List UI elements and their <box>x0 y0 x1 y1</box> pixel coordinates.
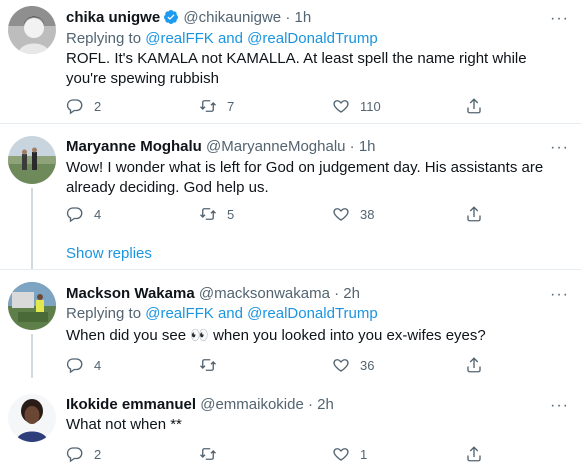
reply-button[interactable]: 4 <box>66 205 101 223</box>
tweet-text: ROFL. It's KAMALA not KAMALLA. At least … <box>66 50 527 87</box>
separator-dot: · <box>308 396 313 413</box>
tweet-item[interactable]: Ikokide emmanuel @emmaikokide · 2h ··· W… <box>0 378 581 475</box>
reply-icon <box>66 358 83 374</box>
timestamp[interactable]: 1h <box>359 138 376 155</box>
reply-button[interactable]: 4 <box>66 356 101 374</box>
share-button[interactable] <box>465 445 483 463</box>
replying-prefix: Replying to <box>66 305 142 322</box>
avatar[interactable] <box>8 136 56 184</box>
reply-button[interactable]: 2 <box>66 97 101 115</box>
user-name[interactable]: Ikokide emmanuel <box>66 396 196 413</box>
thread-line <box>31 334 33 378</box>
share-icon <box>467 206 481 222</box>
retweet-icon <box>200 448 216 460</box>
retweet-icon <box>200 100 216 112</box>
separator-dot: · <box>334 285 340 302</box>
timestamp[interactable]: 2h <box>317 396 334 413</box>
share-icon <box>467 357 481 373</box>
user-name[interactable]: Mackson Wakama <box>66 285 195 302</box>
reply-icon <box>66 447 83 463</box>
mention-link[interactable]: @realFFK <box>145 30 214 47</box>
reply-count: 4 <box>94 357 102 373</box>
user-name[interactable]: chika unigwe <box>66 9 160 26</box>
user-handle[interactable]: @chikaunigwe <box>183 9 281 26</box>
replying-to: Replying to @realFFK and @realDonaldTrum… <box>66 304 378 324</box>
reply-button[interactable]: 2 <box>66 445 101 463</box>
retweet-count: 7 <box>227 98 235 114</box>
share-button[interactable] <box>465 205 483 223</box>
avatar[interactable] <box>8 282 56 330</box>
thread-line <box>31 188 33 269</box>
more-options-icon[interactable]: ··· <box>550 287 569 303</box>
mention-link[interactable]: @realDonaldTrump <box>247 30 378 47</box>
reply-count: 2 <box>94 446 102 462</box>
mention-and: and <box>217 305 243 322</box>
user-handle[interactable]: @macksonwakama <box>199 285 330 302</box>
separator-dot: · <box>349 138 355 155</box>
like-button[interactable]: 38 <box>332 205 374 223</box>
heart-icon <box>333 100 349 113</box>
tweet-item[interactable]: Mackson Wakama @macksonwakama · 2h ··· R… <box>0 270 581 378</box>
tweet-text: Wow! I wonder what is left for God on ju… <box>66 159 544 196</box>
tweet-actions: 2 7 110 <box>66 97 566 117</box>
mention-and: and <box>217 30 243 47</box>
reply-count: 4 <box>94 206 102 222</box>
like-count: 38 <box>360 206 375 222</box>
timestamp[interactable]: 2h <box>343 285 360 302</box>
more-options-icon[interactable]: ··· <box>550 398 569 414</box>
like-button[interactable]: 110 <box>332 97 381 115</box>
heart-icon <box>333 448 349 461</box>
retweet-button[interactable]: 5 <box>199 205 234 223</box>
timestamp[interactable]: 1h <box>295 9 312 26</box>
verified-badge-icon <box>163 9 179 25</box>
share-button[interactable] <box>465 356 483 374</box>
mention-link[interactable]: @realDonaldTrump <box>247 305 378 322</box>
replying-prefix: Replying to <box>66 30 142 47</box>
reply-count: 2 <box>94 98 102 114</box>
tweet-actions: 4 36 <box>66 356 566 376</box>
retweet-button[interactable] <box>199 356 227 374</box>
more-options-icon[interactable]: ··· <box>550 11 569 27</box>
tweet-actions: 4 5 38 <box>66 205 566 225</box>
share-button[interactable] <box>465 97 483 115</box>
reply-icon <box>66 99 83 115</box>
tweet-item[interactable]: Maryanne Moghalu @MaryanneMoghalu · 1h ·… <box>0 124 581 269</box>
like-count: 36 <box>360 357 375 373</box>
retweet-icon <box>200 359 216 371</box>
avatar[interactable] <box>8 6 56 54</box>
replying-to: Replying to @realFFK and @realDonaldTrum… <box>66 29 378 49</box>
user-handle[interactable]: @emmaikokide <box>200 396 304 413</box>
user-handle[interactable]: @MaryanneMoghalu <box>206 138 345 155</box>
like-button[interactable]: 36 <box>332 356 374 374</box>
separator-dot: · <box>285 9 291 26</box>
retweet-count: 5 <box>227 206 235 222</box>
like-count: 1 <box>360 446 368 462</box>
heart-icon <box>333 359 349 372</box>
avatar[interactable] <box>8 394 56 442</box>
share-icon <box>467 446 481 462</box>
tweet-item[interactable]: chika unigwe @chikaunigwe · 1h ··· Reply… <box>0 0 581 123</box>
tweet-actions: 2 1 <box>66 445 566 465</box>
like-button[interactable]: 1 <box>332 445 367 463</box>
heart-icon <box>333 208 349 221</box>
retweet-button[interactable]: 7 <box>199 97 234 115</box>
retweet-icon <box>200 208 216 220</box>
more-options-icon[interactable]: ··· <box>550 140 569 156</box>
show-replies-link[interactable]: Show replies <box>66 245 152 262</box>
retweet-button[interactable] <box>199 445 227 463</box>
tweet-text: When did you see 👀 when you looked into … <box>66 327 486 344</box>
tweet-text: What not when ** <box>66 416 182 433</box>
share-icon <box>467 98 481 114</box>
reply-icon <box>66 207 83 223</box>
mention-link[interactable]: @realFFK <box>145 305 214 322</box>
like-count: 110 <box>360 98 381 114</box>
user-name[interactable]: Maryanne Moghalu <box>66 138 202 155</box>
